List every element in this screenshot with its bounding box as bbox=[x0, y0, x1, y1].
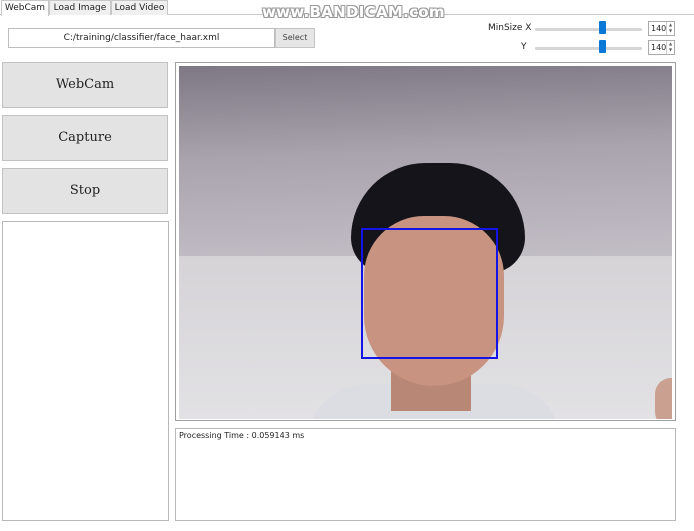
camera-view-frame bbox=[175, 62, 676, 421]
minsize-x-track[interactable] bbox=[535, 28, 642, 31]
feed-arm bbox=[655, 378, 672, 419]
classifier-path-field[interactable]: C:/training/classifier/face_haar.xml bbox=[8, 28, 275, 48]
minsize-x-value: 140 bbox=[651, 24, 667, 33]
capture-list-panel[interactable] bbox=[2, 221, 169, 521]
processing-time-text: Processing Time : 0.059143 ms bbox=[179, 431, 305, 440]
minsize-y-slider-thumb[interactable] bbox=[599, 40, 606, 53]
minsize-y-value: 140 bbox=[651, 43, 667, 52]
webcam-button[interactable]: WebCam bbox=[2, 62, 168, 108]
tab-load-video[interactable]: Load Video bbox=[111, 0, 168, 15]
tab-load-image[interactable]: Load Image bbox=[49, 0, 111, 15]
minsize-x-spinbox[interactable]: 140 ▲ ▼ bbox=[648, 21, 675, 36]
minsize-x-spin-arrows-icon[interactable]: ▲ ▼ bbox=[666, 22, 674, 35]
face-detection-box bbox=[361, 228, 498, 359]
tab-webcam[interactable]: WebCam bbox=[1, 0, 49, 16]
minsize-x-label: MinSize X bbox=[488, 23, 532, 33]
stop-button[interactable]: Stop bbox=[2, 168, 168, 214]
minsize-y-spinbox[interactable]: 140 ▲ ▼ bbox=[648, 40, 675, 55]
minsize-y-label: Y bbox=[521, 42, 527, 52]
capture-button[interactable]: Capture bbox=[2, 115, 168, 161]
minsize-x-slider-thumb[interactable] bbox=[599, 21, 606, 34]
minsize-y-spin-arrows-icon[interactable]: ▲ ▼ bbox=[666, 41, 674, 54]
log-panel[interactable]: Processing Time : 0.059143 ms bbox=[175, 428, 676, 521]
recorder-watermark: www.BANDICAM.com bbox=[262, 3, 445, 21]
camera-feed bbox=[179, 66, 672, 419]
minsize-y-track[interactable] bbox=[535, 47, 642, 50]
select-classifier-button[interactable]: Select bbox=[275, 28, 315, 48]
